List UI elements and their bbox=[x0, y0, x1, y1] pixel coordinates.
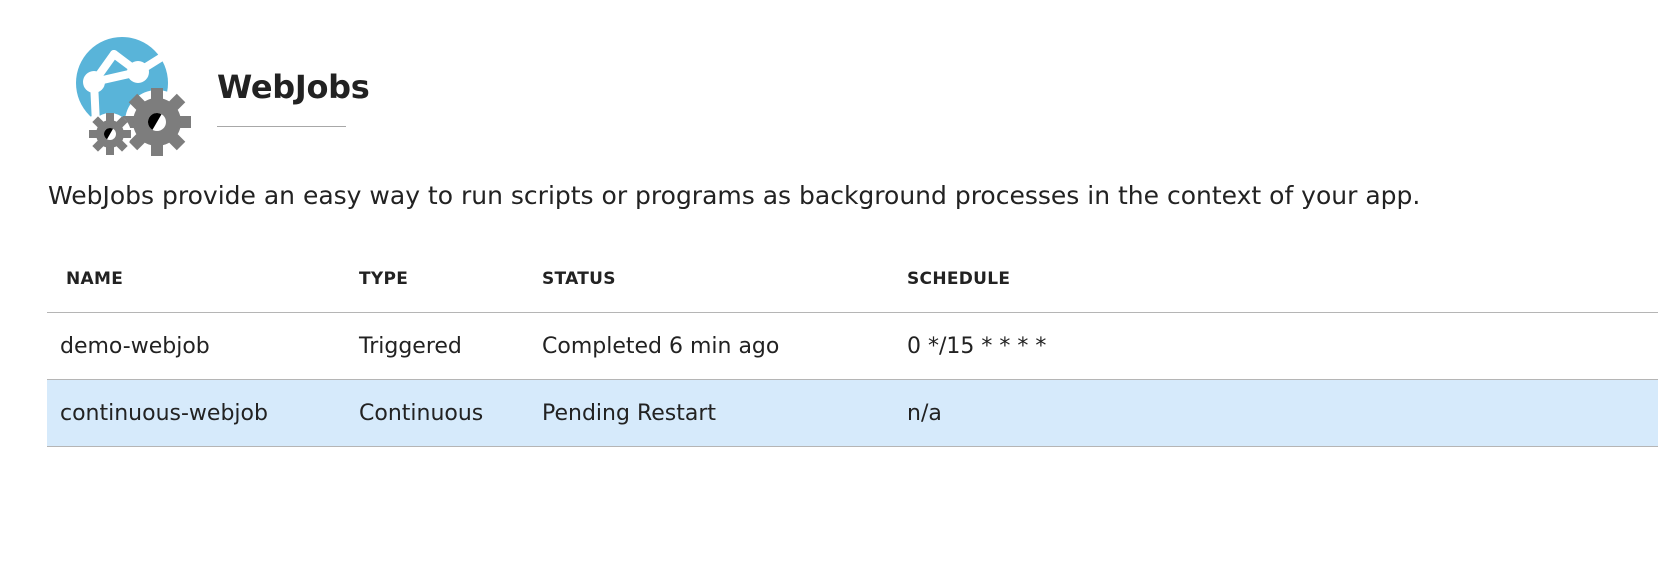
webjob-name-cell: continuous-webjob bbox=[47, 379, 359, 447]
table-row[interactable]: demo-webjob Triggered Completed 6 min ag… bbox=[47, 312, 1658, 380]
webjob-status-cell: Pending Restart bbox=[542, 379, 907, 447]
webjobs-page: WebJobs WebJobs provide an easy way to r… bbox=[0, 0, 1658, 588]
column-header-type[interactable]: TYPE bbox=[359, 246, 542, 313]
page-description: WebJobs provide an easy way to run scrip… bbox=[48, 181, 1421, 210]
page-title: WebJobs bbox=[217, 68, 370, 106]
webjob-status-cell: Completed 6 min ago bbox=[542, 312, 907, 380]
table-header-row: NAME TYPE STATUS SCHEDULE bbox=[47, 246, 1658, 313]
title-underline bbox=[217, 126, 346, 127]
column-header-schedule[interactable]: SCHEDULE bbox=[907, 246, 1658, 313]
table-row-selected[interactable]: continuous-webjob Continuous Pending Res… bbox=[47, 379, 1658, 447]
webjobs-table: NAME TYPE STATUS SCHEDULE demo-webjob Tr… bbox=[47, 246, 1658, 447]
column-header-name[interactable]: NAME bbox=[47, 246, 359, 313]
webjob-schedule-cell: n/a bbox=[907, 379, 1658, 447]
column-header-status[interactable]: STATUS bbox=[542, 246, 907, 313]
webjob-type-cell: Triggered bbox=[359, 312, 542, 380]
webjob-type-cell: Continuous bbox=[359, 379, 542, 447]
webjobs-logo-icon bbox=[76, 37, 191, 156]
webjob-name-cell: demo-webjob bbox=[47, 312, 359, 380]
webjob-schedule-cell: 0 */15 * * * * bbox=[907, 312, 1658, 380]
